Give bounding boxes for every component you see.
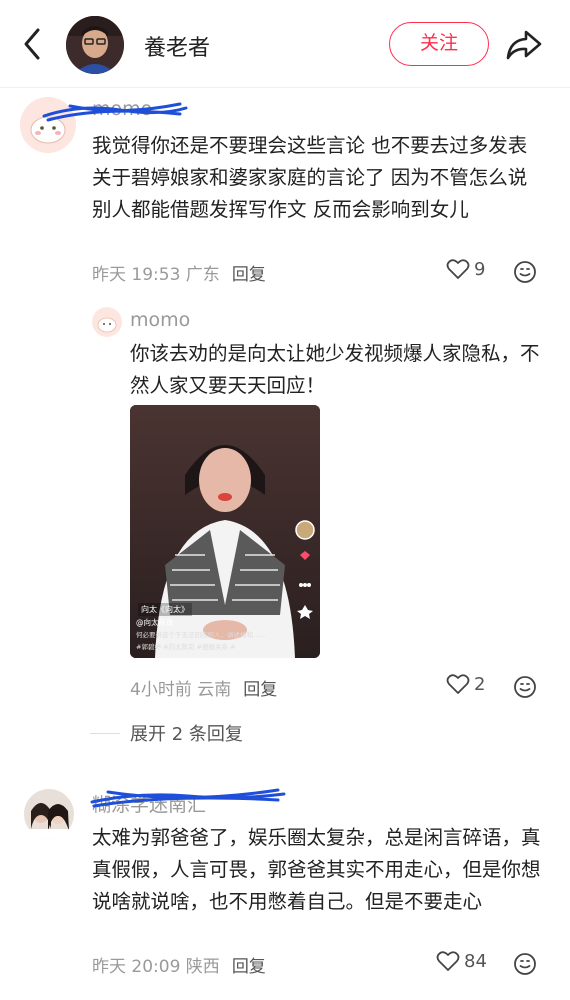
emoji-icon[interactable]: [513, 260, 537, 284]
like-button[interactable]: 9: [446, 258, 485, 280]
reply-username[interactable]: momo: [130, 309, 190, 331]
commenter-avatar[interactable]: [20, 97, 76, 153]
comment-text: 我觉得你还是不要理会这些言论 也不要去过多发表关于碧婷娘家和婆家家庭的言论了 因…: [92, 134, 528, 221]
divider: [90, 732, 120, 734]
expand-replies-button[interactable]: 展开 2 条回复: [90, 720, 243, 746]
expand-replies-label: 展开 2 条回复: [130, 724, 243, 745]
reply-button[interactable]: 回复: [243, 680, 277, 700]
video-hashtags: #郭碧婷 #向太陈岚 #婆媳关系 #: [136, 643, 236, 651]
reply-image[interactable]: 向太《向太》 @向太陈岚 何必要讲这个于无法回应的人，讲述她和…… #郭碧婷 #…: [130, 405, 320, 658]
reply-button[interactable]: 回复: [232, 957, 266, 977]
heart-icon: [436, 951, 460, 971]
like-count: 84: [464, 950, 487, 972]
follow-button[interactable]: 关注: [389, 22, 489, 66]
share-icon[interactable]: [504, 26, 544, 62]
commenter-name[interactable]: 糊涂学迷南汇: [92, 790, 206, 817]
video-caption: 何必要讲这个于无法回应的人，讲述她和……: [136, 631, 266, 639]
emoji-icon[interactable]: [513, 952, 537, 976]
comment-time-location: 昨天 20:09 陕西: [92, 957, 220, 977]
reply-avatar[interactable]: [92, 307, 122, 337]
heart-icon: [446, 674, 470, 694]
author-name[interactable]: 養老者: [144, 30, 210, 62]
like-button[interactable]: 2: [446, 673, 485, 695]
back-arrow-icon[interactable]: [18, 26, 48, 62]
like-count: 9: [474, 258, 486, 280]
heart-icon: [446, 259, 470, 279]
emoji-icon[interactable]: [513, 675, 537, 699]
reply-button[interactable]: 回复: [232, 265, 266, 285]
commenter-avatar[interactable]: [24, 789, 74, 839]
comment-meta: 昨天 19:53 广东 回复: [92, 260, 266, 285]
comment-time-location: 昨天 19:53 广东: [92, 265, 220, 285]
comment-text: 太难为郭爸爸了，娱乐圈太复杂，总是闲言碎语，真真假假，人言可畏，郭爸爸其实不用走…: [92, 826, 541, 913]
video-tag: 向太《向太》: [138, 603, 192, 616]
top-bar: 養老者 关注: [0, 0, 570, 88]
like-button[interactable]: 84: [436, 950, 487, 972]
reply-text: 你该去劝的是向太让她少发视频爆人家隐私，不然人家又要天天回应！: [130, 342, 540, 397]
like-count: 2: [474, 673, 486, 695]
commenter-name[interactable]: momo: [92, 98, 152, 120]
author-avatar[interactable]: [66, 16, 124, 74]
reply-meta: 4小时前 云南 回复: [130, 675, 277, 700]
comment-meta: 昨天 20:09 陕西 回复: [92, 952, 266, 977]
reply-time-location: 4小时前 云南: [130, 680, 232, 700]
video-account: @向太陈岚: [136, 618, 174, 627]
